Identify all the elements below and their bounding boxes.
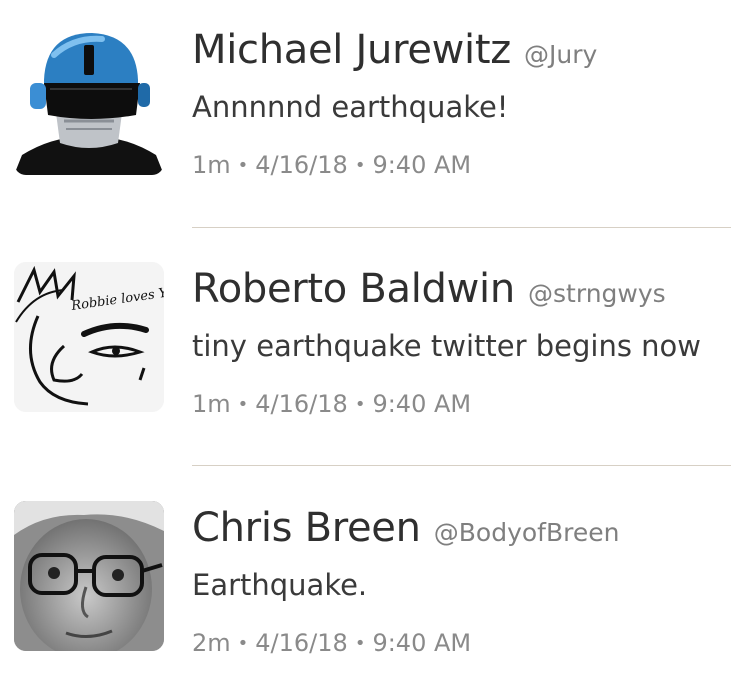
robot-helmet-avatar-icon [14,25,164,175]
tweet-text: tiny earthquake twitter begins now [192,329,701,363]
tweet-meta: 1m • 4/16/18 • 9:40 AM [192,390,719,418]
tweet-date: 4/16/18 [255,150,348,179]
author-name[interactable]: Michael Jurewitz [192,27,511,73]
author-name[interactable]: Chris Breen [192,505,421,551]
tweet-meta: 1m • 4/16/18 • 9:40 AM [192,151,719,179]
tweet-date: 4/16/18 [255,389,348,418]
sketch-face-avatar-icon: Robbie loves You!! [14,262,164,412]
separator-dot: • [354,393,366,415]
separator-dot: • [354,632,366,654]
divider [192,465,731,466]
separator-dot: • [237,393,249,415]
author-name[interactable]: Roberto Baldwin [192,266,515,312]
author-handle[interactable]: @Jury [524,40,597,69]
tweet-date: 4/16/18 [255,628,348,657]
tweet-age: 1m [192,150,231,179]
tweet-time[interactable]: 9:40 AM [372,151,471,179]
separator-dot: • [237,154,249,176]
tweet-age: 1m [192,389,231,418]
avatar[interactable] [14,25,164,175]
tweet-meta: 2m • 4/16/18 • 9:40 AM [192,629,719,657]
separator-dot: • [354,154,366,176]
tweet-time[interactable]: 9:40 AM [372,390,471,418]
avatar[interactable] [14,501,164,651]
author-handle[interactable]: @strngwys [528,279,666,308]
glasses-face-avatar-icon [14,501,164,651]
divider [192,227,731,228]
avatar[interactable]: Robbie loves You!! [14,262,164,412]
tweet-time[interactable]: 9:40 AM [372,629,471,657]
tweet-age: 2m [192,628,231,657]
separator-dot: • [237,632,249,654]
author-handle[interactable]: @BodyofBreen [434,518,620,547]
tweet-text: Annnnnd earthquake! [192,90,509,124]
tweet-text: Earthquake. [192,568,368,602]
